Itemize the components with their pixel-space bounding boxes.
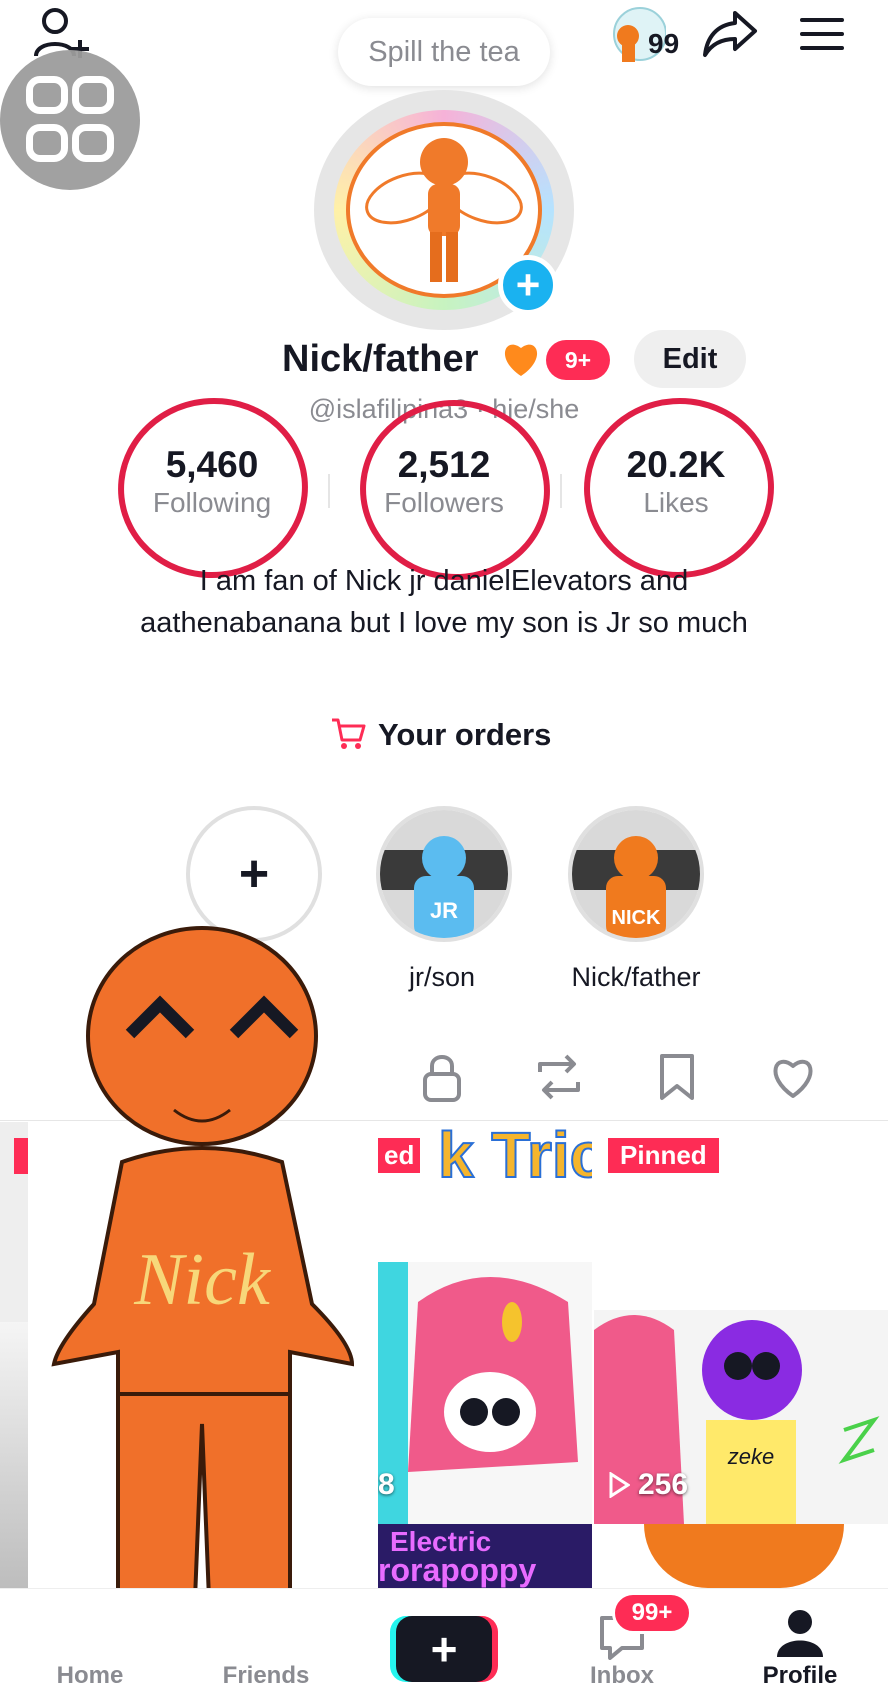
- jr-highlight-tag: JR: [430, 898, 458, 923]
- edit-profile-button[interactable]: Edit: [634, 330, 746, 388]
- add-story-button[interactable]: +: [498, 255, 558, 315]
- video-caption-text: rorapoppy: [378, 1552, 537, 1588]
- video-thumbnail[interactable]: Pinned zeke 256: [594, 1122, 888, 1588]
- pinned-badge: ed: [378, 1138, 421, 1173]
- nick-highlight-tag: NICK: [612, 907, 661, 929]
- view-count: 256: [608, 1468, 688, 1502]
- video-still: [378, 1262, 592, 1524]
- assistive-touch-button[interactable]: [0, 50, 140, 190]
- stat-divider: [328, 474, 330, 508]
- your-orders-link[interactable]: Your orders: [330, 712, 551, 758]
- new-highlight-button[interactable]: +: [186, 806, 322, 942]
- sticker-shirt-text: Nick: [133, 1239, 271, 1321]
- video-still: [644, 1524, 844, 1588]
- plus-icon: +: [238, 845, 270, 903]
- nav-inbox[interactable]: Inbox: [552, 1662, 692, 1690]
- nav-home[interactable]: Home: [20, 1662, 160, 1690]
- nav-profile[interactable]: Profile: [730, 1662, 870, 1690]
- profile-icon[interactable]: [774, 1606, 826, 1660]
- stat-divider: [560, 474, 562, 508]
- notification-badge[interactable]: 9+: [546, 340, 610, 380]
- your-orders-label: Your orders: [378, 717, 552, 752]
- video-thumbnail[interactable]: ed k Tric 8 Electric rorapoppy: [378, 1122, 592, 1588]
- play-icon: [609, 1472, 630, 1498]
- share-icon[interactable]: [700, 6, 760, 60]
- profile-name: Nick/father: [282, 338, 479, 380]
- highlight-jr-son[interactable]: JR: [376, 806, 512, 942]
- jr-highlight-thumb: JR: [380, 810, 508, 938]
- reposts-tab-icon[interactable]: [532, 1050, 586, 1104]
- zeke-label: zeke: [727, 1444, 774, 1469]
- coin-count: 99: [648, 28, 680, 59]
- nick-highlight-thumb: NICK: [572, 810, 700, 938]
- menu-icon[interactable]: [796, 12, 848, 56]
- pinned-badge: Pinned: [608, 1138, 719, 1173]
- story-prompt-bubble[interactable]: Spill the tea: [338, 18, 550, 86]
- favorites-tab-bookmark-icon[interactable]: [650, 1050, 704, 1104]
- nick-character-sticker: Nick: [22, 924, 382, 1644]
- private-tab-lock-icon[interactable]: [415, 1050, 469, 1104]
- profile-bio: I am fan of Nick jr danielElevators and …: [140, 565, 748, 639]
- inbox-badge: 99+: [612, 1592, 692, 1634]
- liked-tab-heart-icon[interactable]: [766, 1050, 820, 1104]
- video-banner-text: k Tric: [437, 1122, 592, 1192]
- nav-friends[interactable]: Friends: [196, 1662, 336, 1690]
- highlight-nick-father[interactable]: NICK: [568, 806, 704, 942]
- orange-heart-icon: [500, 338, 544, 382]
- highlight-label: Nick/father: [571, 962, 701, 992]
- cart-icon: [330, 716, 366, 755]
- video-caption-strip: Electric rorapoppy: [378, 1524, 592, 1588]
- create-button[interactable]: +: [396, 1616, 492, 1682]
- plus-icon: +: [430, 1623, 458, 1675]
